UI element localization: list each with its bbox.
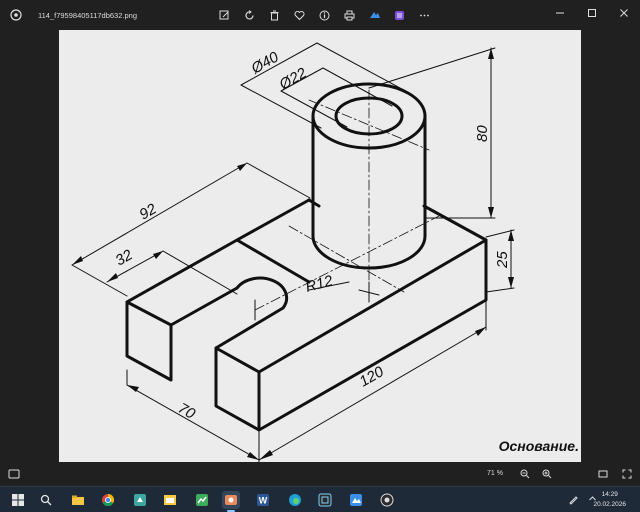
- status-bar: 71 %: [0, 462, 640, 486]
- system-clock[interactable]: 14:29 20.02.2026: [593, 490, 626, 510]
- share-icon[interactable]: [362, 7, 387, 23]
- dim-d40-label: Ø40: [248, 48, 282, 78]
- image-canvas: Ø40 Ø22 80 92 32 R12 25 120 70 Основание…: [59, 30, 581, 462]
- edge-icon[interactable]: [286, 491, 304, 509]
- zoom-in-icon[interactable]: [540, 467, 554, 481]
- title-bar: 114_f79598405117db632.png: [0, 0, 640, 30]
- more-icon[interactable]: [412, 7, 437, 23]
- isometric-drawing: Ø40 Ø22 80 92 32 R12 25 120 70: [71, 42, 515, 462]
- center-lines: [254, 89, 440, 311]
- minimize-button[interactable]: [544, 0, 576, 26]
- dim-120-label: 120: [357, 363, 388, 391]
- app-icon-teal[interactable]: [131, 491, 149, 509]
- dimension-lines: [71, 42, 515, 462]
- print-icon[interactable]: [337, 7, 362, 23]
- chrome-icon[interactable]: [99, 491, 117, 509]
- photos-app-icon: [8, 7, 24, 23]
- svg-text:W: W: [259, 496, 268, 506]
- drawing-caption: Основание.: [498, 438, 579, 454]
- part-outline: [125, 82, 488, 432]
- info-icon[interactable]: [312, 7, 337, 23]
- edit-icon[interactable]: [212, 7, 237, 23]
- file-explorer-icon[interactable]: [69, 491, 87, 509]
- fit-window-icon[interactable]: [596, 467, 610, 481]
- more-app-icon[interactable]: [387, 7, 412, 23]
- taskbar: W 14:29 20.02.2026: [0, 486, 640, 512]
- photos-taskbar-icon[interactable]: [222, 491, 240, 512]
- window-controls: [544, 0, 640, 26]
- app-icon-dark[interactable]: [316, 491, 334, 509]
- dim-32-label: 32: [113, 246, 137, 269]
- zoom-out-icon[interactable]: [518, 467, 532, 481]
- app-icon-green[interactable]: [193, 491, 211, 509]
- dim-70-label: 70: [175, 400, 199, 423]
- close-button[interactable]: [608, 0, 640, 26]
- zoom-level[interactable]: 71 %: [487, 470, 503, 477]
- dim-92-label: 92: [137, 200, 161, 223]
- dim-25-label: 25: [494, 251, 511, 269]
- search-icon[interactable]: [37, 491, 55, 509]
- dim-r12-label: R12: [304, 272, 336, 296]
- maximize-button[interactable]: [576, 0, 608, 26]
- arrowheads: [72, 48, 514, 460]
- dim-d22-label: Ø22: [276, 64, 310, 94]
- favorite-icon[interactable]: [287, 7, 312, 23]
- image-info-icon[interactable]: [8, 468, 20, 482]
- start-windows-icon[interactable]: [9, 491, 27, 509]
- tray-pen-icon[interactable]: [568, 494, 579, 507]
- word-icon[interactable]: W: [254, 491, 272, 509]
- photo-viewer-window: 114_f79598405117db632.png Ø40 Ø22 80 92 …: [0, 0, 640, 486]
- toolbar: [212, 7, 437, 23]
- rotate-icon[interactable]: [237, 7, 262, 23]
- app-icon-record[interactable]: [378, 491, 396, 509]
- clock-date: 20.02.2026: [593, 501, 626, 508]
- app-icon-yellow[interactable]: [161, 491, 179, 509]
- delete-icon[interactable]: [262, 7, 287, 23]
- fullscreen-icon[interactable]: [620, 467, 634, 481]
- file-name: 114_f79598405117db632.png: [38, 10, 137, 20]
- clock-time: 14:29: [601, 491, 618, 498]
- app-icon-blue[interactable]: [347, 491, 365, 509]
- dim-80-label: 80: [474, 125, 491, 142]
